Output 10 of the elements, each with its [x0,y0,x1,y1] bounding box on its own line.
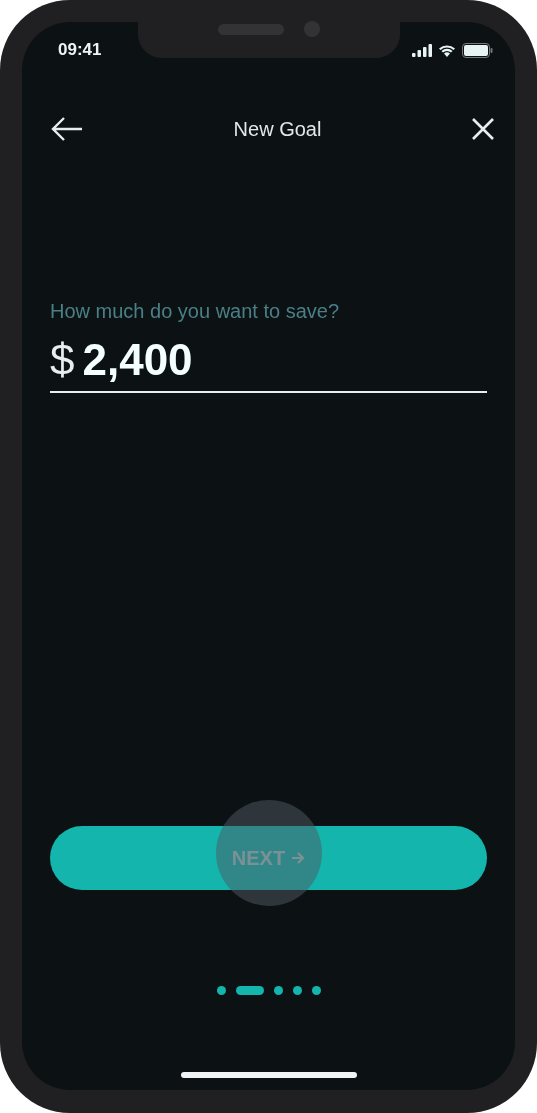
close-button[interactable] [471,117,495,141]
back-button[interactable] [50,115,84,143]
wifi-icon [438,43,456,57]
amount-label: How much do you want to save? [50,300,341,323]
screen-title: New Goal [233,117,322,141]
arrow-icon [291,851,306,865]
status-time: 09:41 [58,40,102,60]
signal-icon [412,43,432,57]
amount-field[interactable]: $ 2,400 [50,327,487,393]
battery-icon [462,42,493,58]
